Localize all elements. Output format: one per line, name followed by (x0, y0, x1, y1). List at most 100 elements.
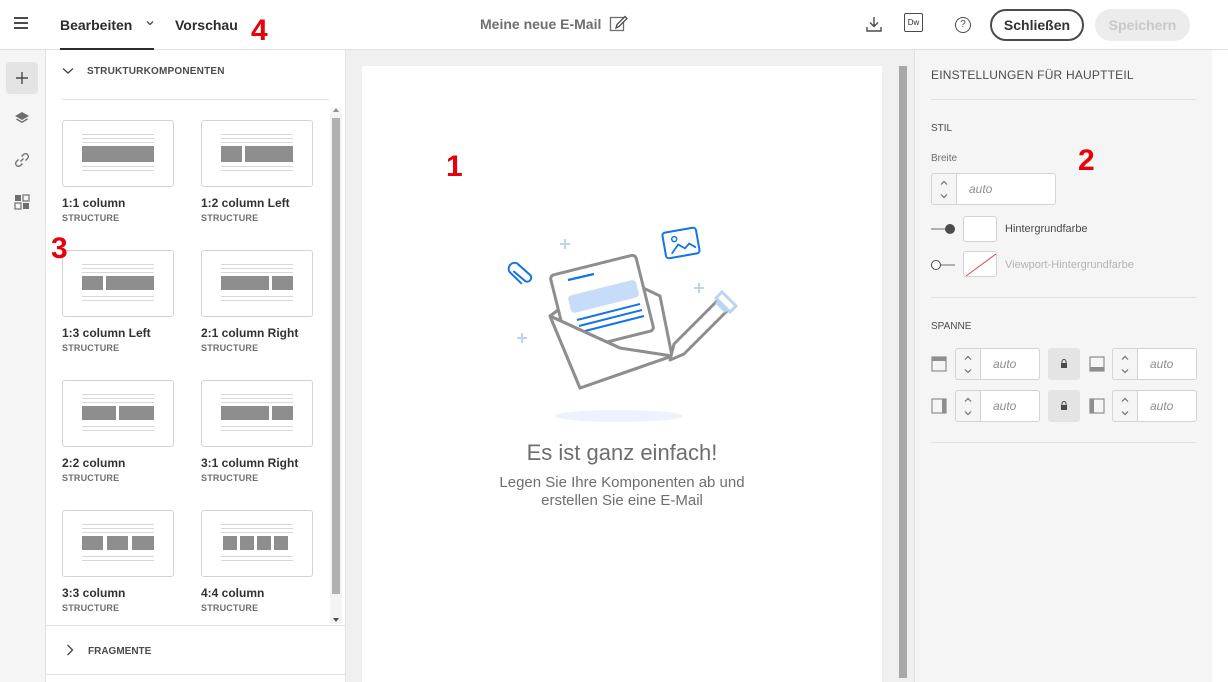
fragments-title: FRAGMENTE (88, 646, 152, 657)
padding-section-title: SPANNE (931, 321, 972, 332)
divider (931, 99, 1196, 100)
viewport-background-toggle[interactable] (931, 260, 955, 270)
rail-layers-button[interactable] (6, 102, 38, 134)
padding-top-icon (931, 356, 947, 372)
divider (62, 99, 329, 100)
padding-lock-horizontal-button[interactable] (1048, 390, 1080, 422)
structure-card-1-2-left[interactable]: 1:2 column Left STRUCTURE (201, 120, 313, 223)
fragments-header[interactable]: FRAGMENTE (46, 625, 345, 675)
fragments-icon (14, 194, 30, 210)
chevron-up-icon[interactable] (1121, 396, 1129, 404)
scrollbar-thumb[interactable] (332, 118, 340, 594)
card-name: 1:3 column Left (62, 326, 151, 340)
card-type: STRUCTURE (201, 603, 259, 613)
padding-lock-vertical-button[interactable] (1048, 348, 1080, 380)
chevron-down-icon[interactable] (940, 192, 948, 200)
annotation-marker-2: 2 (1078, 144, 1095, 177)
card-name: 3:3 column (62, 586, 126, 600)
scrollbar-thumb[interactable] (899, 66, 907, 678)
annotation-marker-1: 1 (446, 150, 463, 183)
padding-left-stepper[interactable] (955, 390, 981, 422)
empty-email-illustration-icon (507, 226, 739, 422)
card-type: STRUCTURE (201, 213, 259, 223)
link-icon (15, 153, 29, 167)
rail-components-button[interactable] (6, 62, 38, 94)
structure-components-header[interactable]: STRUKTURKOMPONENTEN (62, 66, 225, 77)
document-title: Meine neue E-Mail (480, 16, 602, 32)
card-type: STRUCTURE (62, 603, 120, 613)
card-type: STRUCTURE (201, 473, 259, 483)
padding-bottom-input[interactable]: auto (1137, 348, 1197, 380)
card-name: 2:2 column (62, 456, 126, 470)
structure-card-4-4[interactable]: 4:4 column STRUCTURE (201, 510, 313, 613)
structure-thumbnail (201, 510, 313, 577)
style-section-title: STIL (931, 123, 953, 134)
structure-thumbnail (62, 120, 174, 187)
chevron-down-icon[interactable] (964, 367, 972, 375)
structure-card-3-1-right[interactable]: 3:1 column Right STRUCTURE (201, 380, 313, 483)
tab-preview-label: Vorschau (175, 17, 238, 33)
rail-fragments-button[interactable] (6, 186, 38, 218)
viewport-background-swatch[interactable] (963, 251, 997, 277)
top-bar: Bearbeiten Vorschau 4 Meine neue E-Mail … (0, 0, 1228, 50)
chevron-up-icon[interactable] (964, 396, 972, 404)
chevron-up-icon[interactable] (1121, 354, 1129, 362)
padding-left-input[interactable]: auto (980, 390, 1040, 422)
components-scrollbar[interactable] (330, 108, 342, 624)
viewport-background-label: Viewport-Hintergrundfarbe (1005, 259, 1134, 271)
chevron-down-icon[interactable] (146, 19, 154, 27)
dreamweaver-icon[interactable]: Dw (904, 13, 923, 32)
padding-right-input[interactable]: auto (1137, 390, 1197, 422)
help-icon[interactable]: ? (955, 17, 971, 33)
background-color-label: Hintergrundfarbe (1005, 223, 1088, 235)
chevron-down-icon[interactable] (1121, 409, 1129, 417)
width-input[interactable]: auto (956, 173, 1056, 205)
padding-right-stepper[interactable] (1112, 390, 1138, 422)
window-edge (1212, 50, 1228, 682)
background-color-swatch[interactable] (963, 216, 997, 242)
chevron-down-icon[interactable] (1121, 367, 1129, 375)
empty-state-title: Es ist ganz einfach! (526, 440, 718, 465)
structure-card-1-3-left[interactable]: 1:3 column Left STRUCTURE (62, 250, 174, 353)
padding-left-icon (931, 398, 947, 414)
layers-icon (15, 112, 29, 124)
tab-preview[interactable]: Vorschau (175, 0, 238, 50)
divider (931, 297, 1196, 298)
card-name: 2:1 column Right (201, 326, 299, 340)
scroll-down-arrow-icon[interactable] (333, 618, 339, 622)
chevron-down-icon[interactable] (964, 409, 972, 417)
structure-card-3-3[interactable]: 3:3 column STRUCTURE (62, 510, 174, 613)
edit-pencil-icon[interactable] (609, 14, 629, 34)
rail-links-button[interactable] (6, 144, 38, 176)
chevron-up-icon[interactable] (964, 354, 972, 362)
close-button[interactable]: Schließen (990, 9, 1084, 41)
structure-thumbnail (201, 380, 313, 447)
scroll-up-arrow-icon[interactable] (333, 108, 339, 112)
structure-thumbnail (201, 250, 313, 317)
card-name: 1:2 column Left (201, 196, 290, 210)
card-name: 1:1 column (62, 196, 126, 210)
padding-top-stepper[interactable] (955, 348, 981, 380)
card-type: STRUCTURE (201, 343, 259, 353)
save-button[interactable]: Speichern (1095, 9, 1190, 41)
plus-icon (16, 72, 28, 84)
background-color-toggle[interactable] (931, 224, 955, 234)
chevron-right-icon (67, 644, 74, 656)
canvas-scrollbar[interactable] (897, 66, 909, 678)
structure-thumbnail (62, 510, 174, 577)
annotation-marker-3: 3 (51, 232, 68, 265)
structure-card-2-1-right[interactable]: 2:1 column Right STRUCTURE (201, 250, 313, 353)
empty-state-subtitle: Legen Sie Ihre Komponenten ab und erstel… (499, 474, 745, 509)
structure-card-1-1[interactable]: 1:1 column STRUCTURE (62, 120, 174, 223)
width-stepper[interactable] (931, 173, 957, 205)
hamburger-menu-icon[interactable] (14, 17, 28, 29)
email-canvas[interactable]: 1 Es ist ganz einfach! Legen Sie Ihre Ko… (362, 66, 882, 682)
structure-thumbnail (201, 120, 313, 187)
padding-bottom-stepper[interactable] (1112, 348, 1138, 380)
tab-edit-label: Bearbeiten (60, 17, 133, 33)
download-icon[interactable] (865, 15, 883, 33)
padding-top-input[interactable]: auto (980, 348, 1040, 380)
tab-edit[interactable]: Bearbeiten (60, 0, 154, 50)
structure-card-2-2[interactable]: 2:2 column STRUCTURE (62, 380, 174, 483)
chevron-up-icon[interactable] (940, 179, 948, 187)
